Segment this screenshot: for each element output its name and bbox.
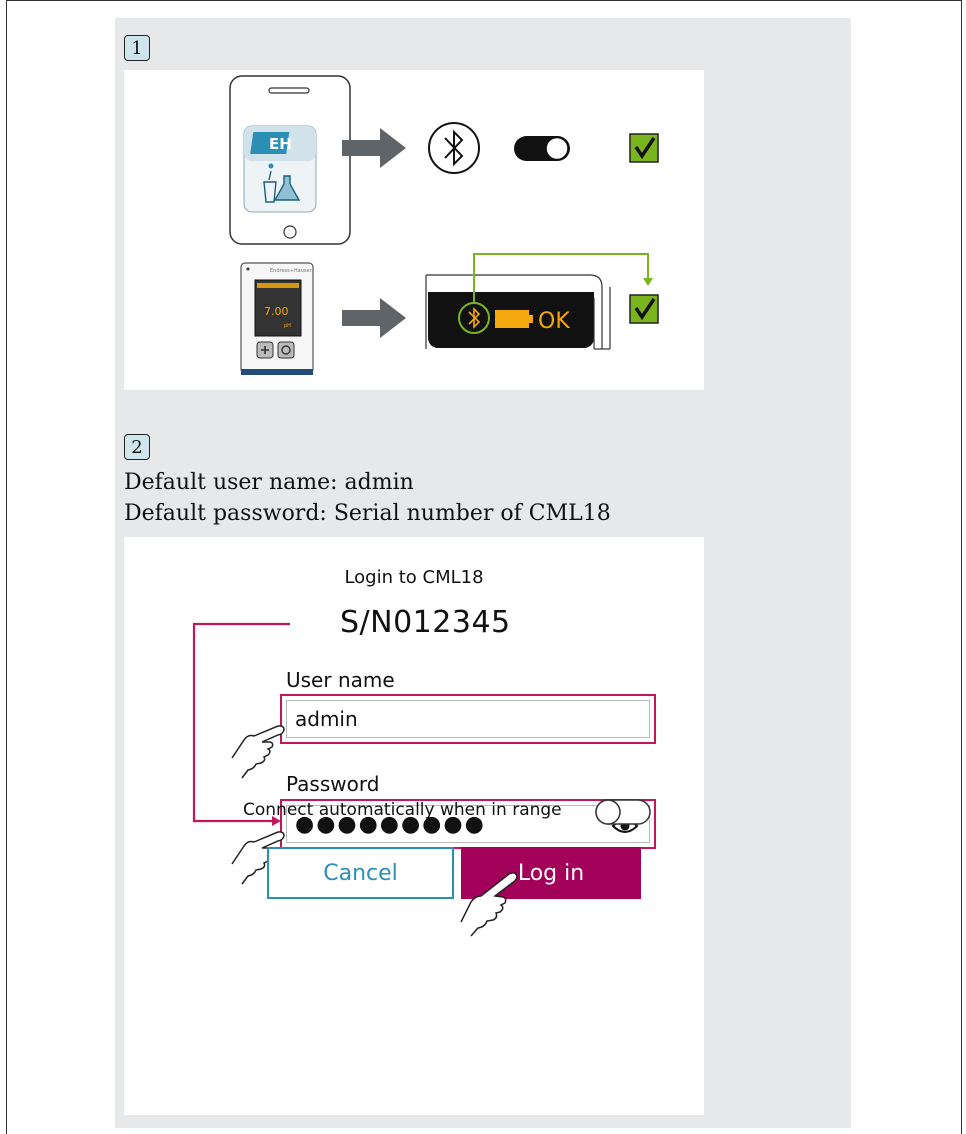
svg-text:7.00: 7.00 [264, 305, 289, 318]
login-title: Login to CML18 [344, 567, 484, 588]
battery-icon [495, 310, 533, 328]
svg-text:Endress+Hauser: Endress+Hauser [270, 268, 313, 274]
hand-pointer-icon [460, 872, 518, 937]
arrow-right-icon [342, 298, 406, 338]
meter-device-icon: Endress+Hauser 7.00 pH [240, 262, 314, 375]
step-1-illustration: EH Endress+Hauser 7.00 pH OK [124, 70, 704, 390]
toggle-on-icon [514, 136, 570, 161]
checkmark-icon [629, 133, 659, 163]
arrow-right-icon [342, 128, 406, 168]
username-field-highlight: admin [280, 694, 656, 744]
bluetooth-icon [428, 122, 480, 174]
step-2-badge: 2 [124, 434, 150, 460]
smartphone-icon: EH [229, 75, 351, 245]
svg-text:pH: pH [284, 323, 291, 329]
hand-pointer-icon [231, 725, 285, 779]
connect-toggle[interactable] [594, 797, 652, 827]
username-label: User name [286, 668, 395, 692]
default-password-text: Default password: Serial number of CML18 [124, 501, 611, 526]
default-username-text: Default user name: admin [124, 470, 414, 495]
username-input[interactable]: admin [286, 700, 650, 738]
password-label: Password [286, 772, 380, 796]
step-1-badge: 1 [124, 35, 150, 61]
status-ok-text: OK [538, 309, 570, 334]
step-1-svg: EH Endress+Hauser 7.00 pH OK [229, 75, 659, 375]
serial-connector-top [194, 610, 344, 620]
connect-auto-label: Connect automatically when in range [243, 800, 562, 820]
checkmark-icon [629, 294, 659, 324]
serial-number-text: S/N012345 [340, 605, 511, 640]
cancel-button[interactable]: Cancel [267, 847, 454, 899]
svg-text:EH: EH [269, 135, 292, 153]
